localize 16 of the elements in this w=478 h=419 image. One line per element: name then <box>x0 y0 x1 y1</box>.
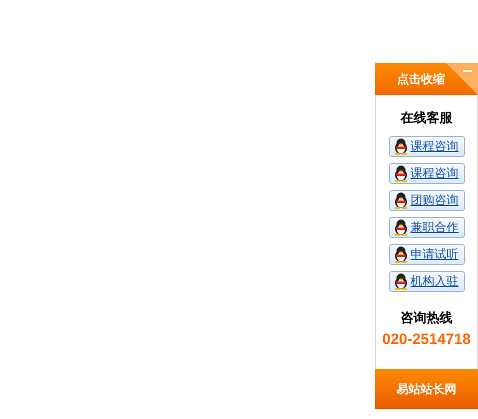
chat-button[interactable]: 机构入驻 <box>388 270 464 292</box>
penguin-icon <box>392 192 408 208</box>
hotline-number: 020-2514718 <box>382 330 471 350</box>
hotline-title: 咨询热线 <box>400 308 452 326</box>
chat-button[interactable]: 团购咨询 <box>388 190 464 210</box>
penguin-icon <box>392 246 408 262</box>
collapse-icon[interactable] <box>446 63 478 95</box>
chat-button[interactable]: 课程咨询 <box>388 162 464 184</box>
penguin-icon <box>392 138 408 154</box>
penguin-icon <box>392 272 408 290</box>
chat-button[interactable]: 课程咨询 <box>388 136 464 156</box>
penguin-icon <box>392 218 408 236</box>
chat-button[interactable]: 兼职合作 <box>388 216 464 238</box>
panel-title: 在线客服 <box>400 109 452 127</box>
chat-button[interactable]: 申请试听 <box>388 244 464 264</box>
penguin-icon <box>392 164 408 182</box>
